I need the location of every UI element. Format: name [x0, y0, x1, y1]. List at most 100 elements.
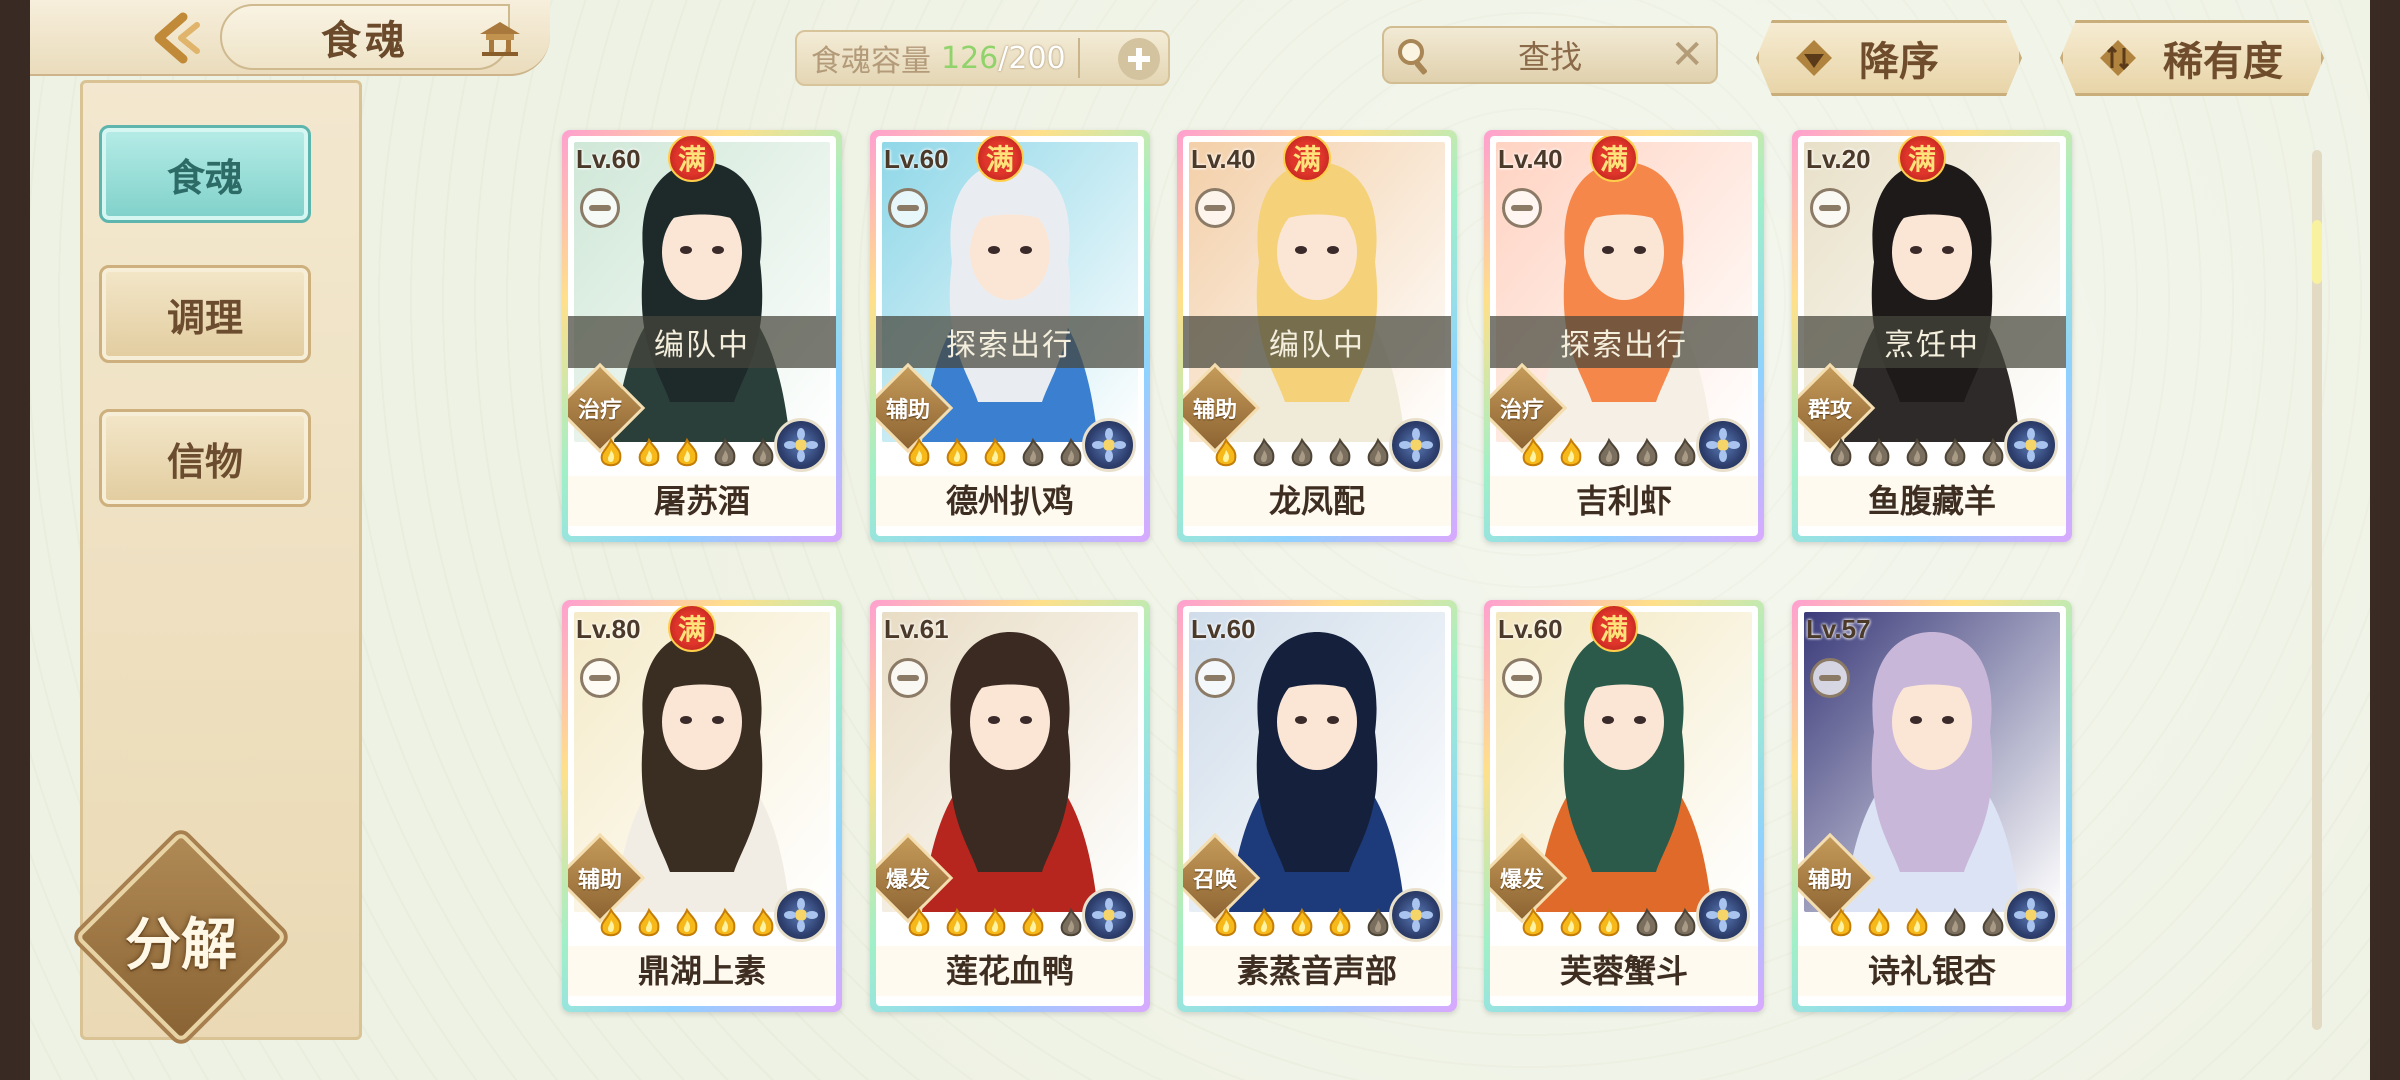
food-soul-card[interactable]: Lv.57 辅助 诗礼银杏 — [1792, 600, 2072, 1012]
flame-star-icon — [946, 437, 968, 467]
tab-tokens[interactable]: 信物 — [99, 409, 311, 507]
back-button[interactable] — [120, 8, 230, 68]
food-soul-card[interactable]: Lv.61 爆发 莲花血鸭 — [870, 600, 1150, 1012]
food-soul-card[interactable]: Lv.60 满探索出行 辅助 德州扒鸡 — [870, 130, 1150, 542]
lock-toggle-icon[interactable] — [888, 188, 928, 228]
flame-star-icon — [1291, 907, 1313, 937]
search-box[interactable]: 查找 ✕ — [1382, 26, 1718, 84]
max-level-badge: 满 — [1283, 136, 1331, 182]
empty-flame-star-icon — [1291, 437, 1313, 467]
empty-flame-star-icon — [1944, 907, 1966, 937]
back-arrow-icon — [154, 12, 200, 64]
empty-flame-star-icon — [714, 437, 736, 467]
flower-emblem-icon — [1399, 898, 1433, 932]
flower-emblem-icon — [2014, 898, 2048, 932]
pavilion-icon — [480, 22, 520, 56]
lock-toggle-icon[interactable] — [580, 188, 620, 228]
lock-toggle-icon[interactable] — [1195, 658, 1235, 698]
sort-order-label: 降序 — [1859, 39, 1939, 85]
empty-flame-star-icon — [1636, 437, 1658, 467]
flame-star-icon — [600, 437, 622, 467]
emblem-icon — [2004, 888, 2058, 942]
food-soul-card[interactable]: Lv.40 满探索出行 治疗 吉利虾 — [1484, 130, 1764, 542]
card-body: Lv.60 满爆发 芙蓉蟹斗 — [1490, 606, 1758, 1006]
flame-star-icon — [984, 437, 1006, 467]
tab-tokens-label: 信物 — [166, 439, 243, 484]
food-soul-card[interactable]: Lv.40 满编队中 辅助 龙凤配 — [1177, 130, 1457, 542]
down-triangle-icon — [1796, 40, 1832, 76]
status-band: 编队中 — [1183, 316, 1451, 368]
level-label: Lv.20 — [1806, 144, 1871, 174]
flame-star-icon — [1560, 437, 1582, 467]
tab-conditioning[interactable]: 调理 — [99, 265, 311, 363]
food-soul-card[interactable]: Lv.60 满编队中 治疗 屠苏酒 — [562, 130, 842, 542]
empty-flame-star-icon — [1329, 437, 1351, 467]
search-label: 查找 — [1517, 38, 1582, 76]
level-label: Lv.40 — [1498, 144, 1563, 174]
tab-food-souls[interactable]: 食魂 — [99, 125, 311, 223]
empty-flame-star-icon — [1598, 437, 1620, 467]
flame-star-icon — [1253, 907, 1275, 937]
lock-toggle-icon[interactable] — [1502, 188, 1542, 228]
lock-toggle-icon[interactable] — [1810, 658, 1850, 698]
flame-star-icon — [1522, 907, 1544, 937]
scrollbar-thumb[interactable] — [2312, 220, 2322, 284]
level-label: Lv.60 — [1498, 614, 1563, 644]
role-label: 爆发 — [885, 868, 930, 893]
card-body: Lv.80 满辅助 鼎湖上素 — [568, 606, 836, 1006]
lock-toggle-icon[interactable] — [888, 658, 928, 698]
flower-emblem-icon — [1092, 898, 1126, 932]
food-soul-card[interactable]: Lv.60 召唤 素蒸音声部 — [1177, 600, 1457, 1012]
capacity-current: 126 — [941, 40, 999, 76]
capacity-divider — [1077, 38, 1080, 78]
food-soul-card[interactable]: Lv.20 满烹饪中 群攻 鱼腹藏羊 — [1792, 130, 2072, 542]
sort-order-button[interactable]: 降序 — [1756, 20, 2022, 96]
flower-emblem-icon — [2014, 428, 2048, 462]
character-name: 鱼腹藏羊 — [1798, 476, 2066, 526]
add-capacity-button[interactable] — [1118, 38, 1160, 80]
max-level-badge: 满 — [1590, 136, 1638, 182]
card-body: Lv.60 满探索出行 辅助 德州扒鸡 — [876, 136, 1144, 536]
tab-food-souls-label: 食魂 — [166, 155, 243, 200]
lock-toggle-icon[interactable] — [1195, 188, 1235, 228]
lock-toggle-icon[interactable] — [1810, 188, 1850, 228]
role-label: 辅助 — [1807, 868, 1852, 893]
clear-search-icon[interactable]: ✕ — [1670, 32, 1704, 78]
card-body: Lv.60 召唤 素蒸音声部 — [1183, 606, 1451, 1006]
home-button[interactable] — [470, 10, 530, 66]
character-name: 鼎湖上素 — [568, 946, 836, 996]
character-name: 屠苏酒 — [568, 476, 836, 526]
food-soul-card[interactable]: Lv.80 满辅助 鼎湖上素 — [562, 600, 842, 1012]
flame-star-icon — [638, 437, 660, 467]
level-label: Lv.60 — [884, 144, 949, 174]
max-level-badge: 满 — [976, 136, 1024, 182]
role-label: 爆发 — [1499, 868, 1544, 893]
flame-star-icon — [1215, 907, 1237, 937]
character-name: 素蒸音声部 — [1183, 946, 1451, 996]
emblem-icon — [2004, 418, 2058, 472]
character-name: 诗礼银杏 — [1798, 946, 2066, 996]
lock-toggle-icon[interactable] — [580, 658, 620, 698]
emblem-icon — [1696, 888, 1750, 942]
decompose-label: 分解 — [125, 913, 237, 978]
grid-scrollbar[interactable] — [2312, 150, 2322, 1030]
emblem-icon — [774, 418, 828, 472]
flame-star-icon — [638, 907, 660, 937]
main-screen: 食魂 食魂容量 126 /200 查找 ✕ 降序 稀有度 食魂 调理 信物 分解… — [30, 0, 2370, 1080]
sort-rarity-button[interactable]: 稀有度 — [2060, 20, 2324, 96]
emblem-icon — [1389, 418, 1443, 472]
food-soul-card[interactable]: Lv.60 满爆发 芙蓉蟹斗 — [1484, 600, 1764, 1012]
capacity-display: 食魂容量 126 /200 — [795, 30, 1170, 86]
lock-toggle-icon[interactable] — [1502, 658, 1542, 698]
character-name: 龙凤配 — [1183, 476, 1451, 526]
empty-flame-star-icon — [1944, 437, 1966, 467]
role-label: 治疗 — [577, 398, 622, 423]
flower-emblem-icon — [1706, 898, 1740, 932]
empty-flame-star-icon — [1022, 437, 1044, 467]
card-body: Lv.40 满编队中 辅助 龙凤配 — [1183, 136, 1451, 536]
flame-star-icon — [1598, 907, 1620, 937]
empty-flame-star-icon — [1906, 437, 1928, 467]
level-label: Lv.80 — [576, 614, 641, 644]
role-label: 召唤 — [1192, 868, 1237, 893]
character-name: 莲花血鸭 — [876, 946, 1144, 996]
